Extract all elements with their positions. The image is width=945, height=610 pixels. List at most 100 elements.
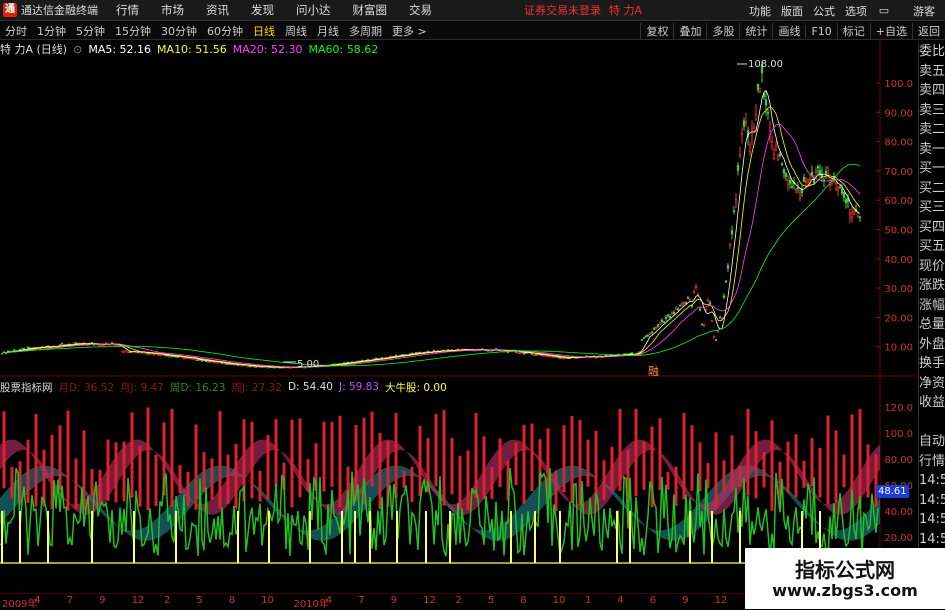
candle-body xyxy=(560,357,564,360)
period-1min[interactable]: 1分钟 xyxy=(32,23,71,39)
sidebar-item[interactable]: 卖五 xyxy=(919,62,945,82)
btn-mark[interactable]: 标记 xyxy=(836,23,870,39)
candle-body xyxy=(168,355,172,358)
sidebar-item[interactable]: 外盘 xyxy=(919,335,945,355)
candle-body xyxy=(708,302,712,305)
sidebar-item[interactable]: 自动 xyxy=(919,432,945,452)
candle-body xyxy=(374,357,378,360)
period-monthly[interactable]: 月线 xyxy=(312,23,344,39)
candle-body xyxy=(12,349,16,352)
high-price-label: 108.00 xyxy=(748,59,783,70)
ma20-label: MA20: 52.30 xyxy=(232,42,303,56)
menu-ask[interactable]: 问小达 xyxy=(296,2,331,18)
sidebar-item[interactable]: 买一 xyxy=(919,159,945,179)
period-30min[interactable]: 30分钟 xyxy=(156,23,202,39)
date-tick-label: 5 xyxy=(487,595,495,606)
indicator-tick-label: 100.0 xyxy=(884,429,913,440)
btn-f10[interactable]: F10 xyxy=(805,24,836,38)
menu-function[interactable]: 功能 xyxy=(749,3,771,19)
menu-discover[interactable]: 发现 xyxy=(251,2,274,18)
price-tick-label: 20.00 xyxy=(884,313,913,324)
period-weekly[interactable]: 周线 xyxy=(280,23,312,39)
sidebar-item[interactable]: 买五 xyxy=(919,237,945,257)
candle-body xyxy=(114,344,118,347)
sidebar-item[interactable]: 买四 xyxy=(919,218,945,238)
period-60min[interactable]: 60分钟 xyxy=(202,23,248,39)
login-notice[interactable]: 证券交易未登录 xyxy=(524,2,601,18)
ma5-label: MA5: 52.16 xyxy=(88,42,152,56)
sidebar-item[interactable]: 卖四 xyxy=(919,81,945,101)
candle-body xyxy=(678,304,682,307)
candle-body xyxy=(718,316,722,319)
btn-stats[interactable]: 统计 xyxy=(739,23,772,39)
menu-quotes[interactable]: 行情 xyxy=(116,2,139,18)
indicator-name[interactable]: 股票指标网 xyxy=(0,380,53,395)
indicator-tick-label: 40.00 xyxy=(884,507,913,518)
sidebar-item[interactable]: 卖三 xyxy=(919,101,945,121)
settings-icon[interactable]: ⊙ xyxy=(73,43,82,56)
sidebar-item[interactable]: 14:5 xyxy=(919,510,945,530)
sidebar-item[interactable]: 收益 xyxy=(919,393,945,413)
candle-body xyxy=(758,87,762,93)
candle-body xyxy=(522,353,526,355)
price-tick-label: 100.0 xyxy=(884,79,913,90)
sidebar-item[interactable]: 净资 xyxy=(919,374,945,394)
menu-trade[interactable]: 交易 xyxy=(409,2,432,18)
candle-body xyxy=(130,351,134,354)
btn-adjust[interactable]: 复权 xyxy=(640,23,673,39)
sidebar-item[interactable] xyxy=(919,413,945,433)
period-multi[interactable]: 多周期 xyxy=(344,23,387,39)
ma10-line xyxy=(1,106,861,368)
sidebar-item[interactable]: 总量 xyxy=(919,315,945,335)
chart-svg[interactable]: 100.0 90.00 80.00 70.00 60.00 50.00 40.00 30.00… xyxy=(0,40,918,600)
chart-title: 特 力A (日线) xyxy=(0,43,68,56)
candle-body xyxy=(682,302,686,305)
menu-market[interactable]: 市场 xyxy=(161,2,184,18)
candle-body xyxy=(712,335,716,338)
candle-body xyxy=(558,357,562,359)
window-icon[interactable]: ▭ xyxy=(877,4,891,17)
period-tick[interactable]: 分时 xyxy=(0,23,32,39)
candle-body xyxy=(162,354,166,357)
sidebar-item[interactable]: 卖二 xyxy=(919,120,945,140)
period-daily[interactable]: 日线 xyxy=(248,23,280,39)
sidebar-item[interactable]: 现价 xyxy=(919,257,945,277)
candle-body xyxy=(810,171,814,176)
period-more[interactable]: 更多 > xyxy=(387,23,432,39)
sidebar-item[interactable]: 14:5 xyxy=(919,491,945,511)
btn-multi-stock[interactable]: 多股 xyxy=(706,23,739,39)
sidebar-item[interactable]: 委比 xyxy=(919,42,945,62)
menu-layout[interactable]: 版面 xyxy=(781,3,803,19)
sidebar-item[interactable]: 行情 xyxy=(919,452,945,472)
period-5min[interactable]: 5分钟 xyxy=(71,23,110,39)
menu-wealth[interactable]: 财富圈 xyxy=(353,2,388,18)
candle-body xyxy=(770,141,774,146)
sidebar-item[interactable]: 买三 xyxy=(919,198,945,218)
guest-label[interactable]: 游客 xyxy=(913,3,935,19)
price-tick-label: 60.00 xyxy=(884,196,913,207)
btn-back[interactable]: 返回 xyxy=(912,23,945,39)
candle-body xyxy=(252,365,256,368)
sidebar-item[interactable]: 14:5 xyxy=(919,530,945,550)
candle-body xyxy=(542,355,546,357)
btn-draw[interactable]: 画线 xyxy=(772,23,805,39)
menu-options[interactable]: 选项 xyxy=(845,3,867,19)
btn-add-watch[interactable]: +自选 xyxy=(869,23,912,39)
candle-body xyxy=(102,344,106,347)
candle-body xyxy=(432,349,436,352)
candle-body xyxy=(110,342,114,344)
sidebar-item[interactable]: 卖一 xyxy=(919,140,945,160)
sidebar-item[interactable]: 买二 xyxy=(919,179,945,199)
sidebar-item[interactable]: 涨幅 xyxy=(919,296,945,316)
watermark-url: www.zbgs3.com xyxy=(772,581,918,600)
candle-body xyxy=(134,351,138,354)
menu-formula[interactable]: 公式 xyxy=(813,3,835,19)
sidebar-item[interactable]: 涨跌 xyxy=(919,276,945,296)
btn-overlay[interactable]: 叠加 xyxy=(673,23,706,39)
period-15min[interactable]: 15分钟 xyxy=(110,23,156,39)
sidebar-item[interactable]: 换手 xyxy=(919,354,945,374)
candle-body xyxy=(518,352,522,354)
candle-body xyxy=(128,351,132,354)
menu-news[interactable]: 资讯 xyxy=(206,2,229,18)
sidebar-item[interactable]: 14:5 xyxy=(919,471,945,491)
